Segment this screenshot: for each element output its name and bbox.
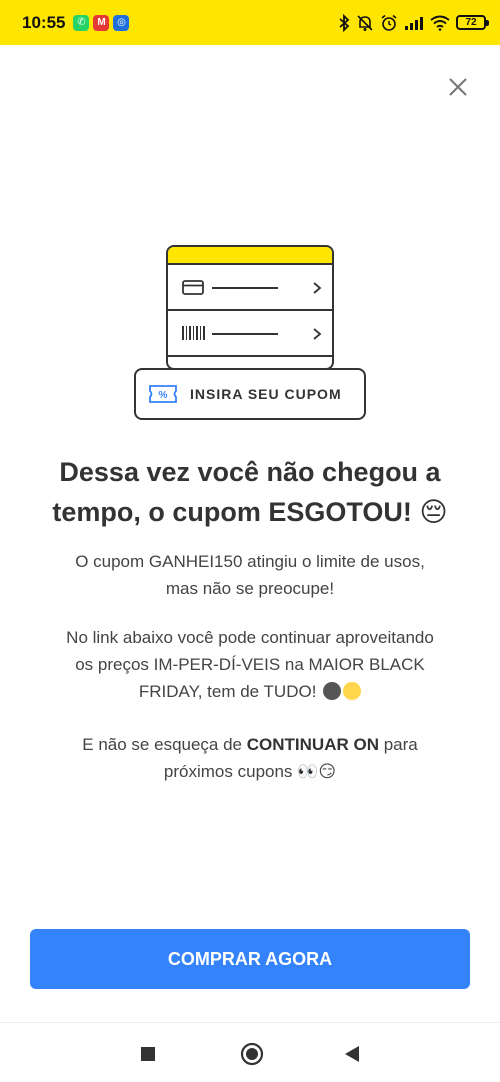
coupon-limit-message: O cupom GANHEI150 atingiu o limite de us… xyxy=(75,552,425,598)
notifications-off-icon xyxy=(357,14,373,31)
coupon-illustration: % INSIRA SEU CUPOM xyxy=(134,245,366,425)
paragraph2-line-3: FRIDAY, tem de TUDO! xyxy=(20,678,480,705)
google-drive-icon: ◎ xyxy=(113,14,130,31)
barcode-icon xyxy=(182,326,205,340)
coupon-label: INSIRA SEU CUPOM xyxy=(190,386,342,402)
credit-card-icon xyxy=(182,280,204,295)
home-button[interactable] xyxy=(240,1042,264,1071)
bluetooth-icon xyxy=(339,13,350,32)
wifi-icon xyxy=(430,15,450,31)
battery-level: 72 xyxy=(465,17,477,28)
coupon-ticket-icon: % xyxy=(149,385,177,403)
signal-icon xyxy=(405,16,423,30)
coupon-input-illustration: % INSIRA SEU CUPOM xyxy=(134,368,366,420)
eyes-smirk-emoji: 👀😏 xyxy=(297,762,337,781)
status-bar: 10:55 ✆ M ◎ 72 xyxy=(0,0,500,45)
card-yellow-header xyxy=(168,247,332,265)
whatsapp-icon: ✆ xyxy=(73,14,90,31)
title-line-2: tempo, o cupom ESGOTOU! 😔 xyxy=(52,497,448,527)
chevron-right-icon xyxy=(313,328,322,340)
page-title: Dessa vez você não chegou a tempo, o cup… xyxy=(20,452,480,532)
back-button[interactable] xyxy=(344,1045,360,1068)
back-triangle-icon xyxy=(345,1046,359,1062)
close-icon xyxy=(449,78,467,96)
svg-text:%: % xyxy=(159,390,168,401)
mercadolivre-icon: M xyxy=(93,14,110,31)
battery-icon: 72 xyxy=(456,15,489,30)
square-icon xyxy=(141,1047,155,1061)
status-icons: 72 xyxy=(338,13,489,32)
card-row-credit xyxy=(168,265,332,311)
payment-card-illustration xyxy=(166,245,334,370)
alarm-icon xyxy=(381,14,397,31)
recents-button[interactable] xyxy=(140,1046,156,1067)
title-line-1: Dessa vez você não chegou a xyxy=(59,457,441,487)
pensive-face-emoji: 😔 xyxy=(419,497,448,527)
buy-now-button[interactable]: COMPRAR AGORA xyxy=(30,929,470,989)
status-time: 10:55 xyxy=(22,12,66,32)
black-friday-message: No link abaixo você pode continuar aprov… xyxy=(20,624,480,705)
continuar-on-text: CONTINUAR ON xyxy=(246,735,379,754)
navigation-bar xyxy=(0,1022,500,1082)
close-button[interactable] xyxy=(446,75,470,99)
yellow-circle-emoji xyxy=(343,682,362,700)
card-row-barcode xyxy=(168,311,332,357)
black-circle-emoji xyxy=(323,682,342,700)
chevron-right-icon xyxy=(313,282,322,294)
home-circle-icon xyxy=(240,1042,264,1066)
continue-on-message: E não se esqueça de CONTINUAR ON para pr… xyxy=(82,735,418,781)
